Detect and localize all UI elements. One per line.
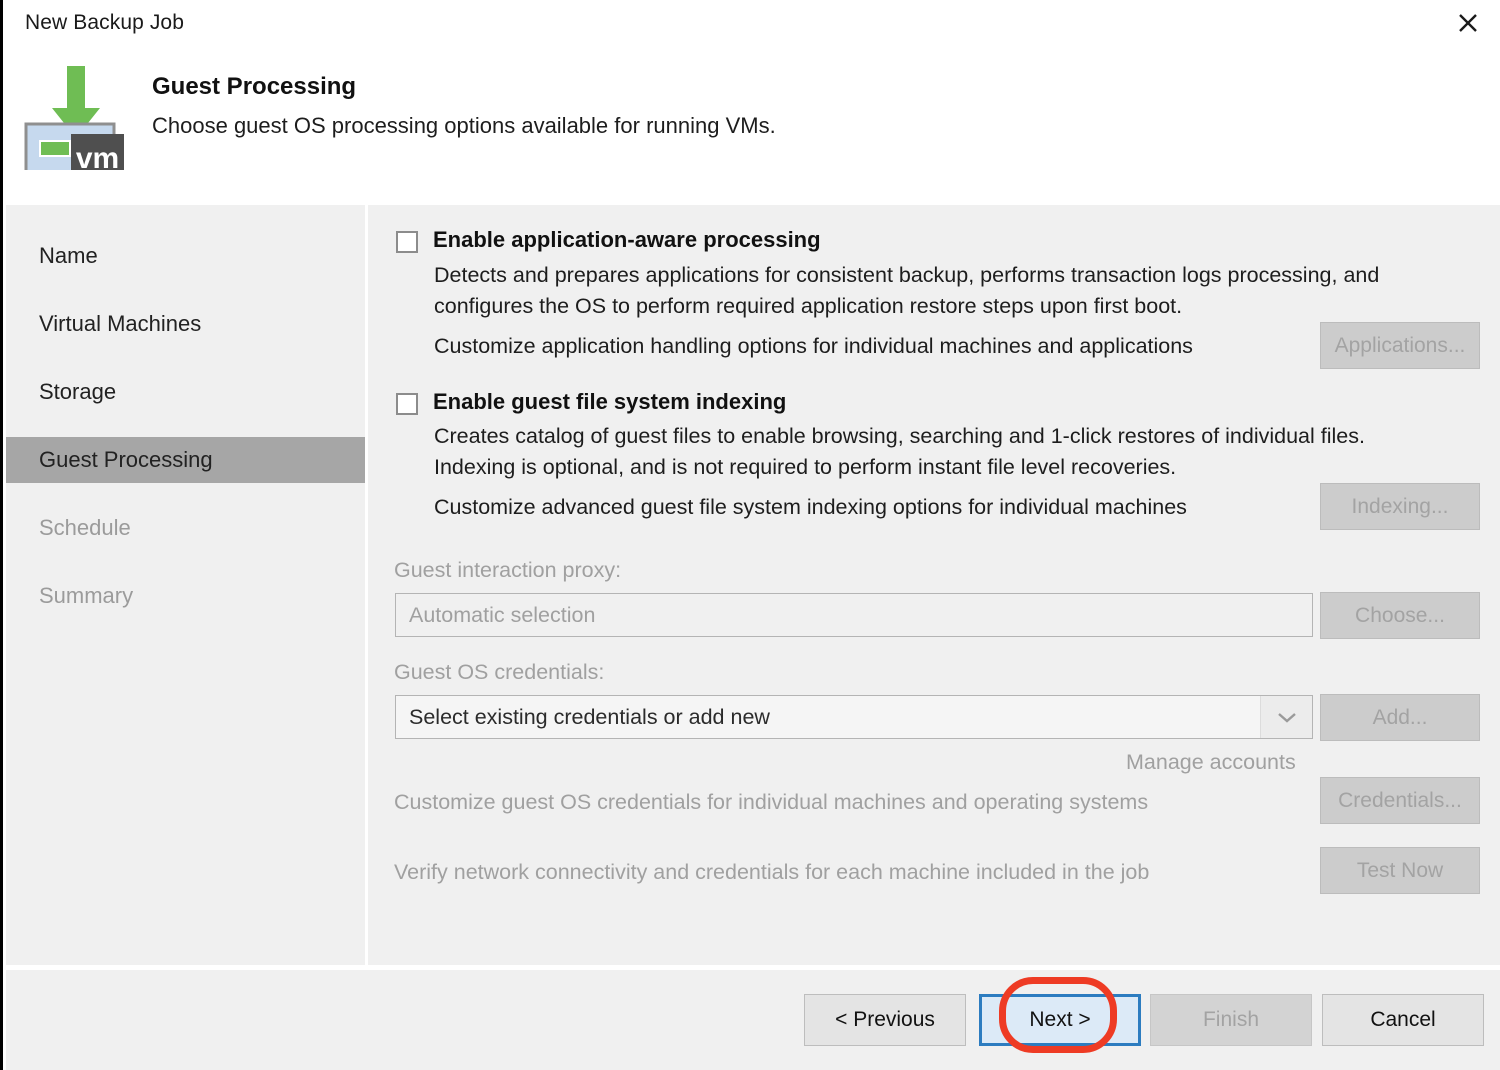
- add-credentials-button[interactable]: Add...: [1320, 694, 1480, 741]
- page-title: Guest Processing: [152, 73, 357, 100]
- test-now-button[interactable]: Test Now: [1320, 847, 1480, 894]
- sidebar-item-summary[interactable]: Summary: [6, 573, 365, 619]
- close-icon[interactable]: [1444, 2, 1492, 44]
- customize-credentials-text: Customize guest OS credentials for indiv…: [394, 790, 1149, 814]
- enable-guest-file-system-indexing-label: Enable guest file system indexing: [433, 389, 787, 414]
- sidebar-item-storage[interactable]: Storage: [6, 369, 365, 415]
- next-button[interactable]: Next >: [979, 994, 1141, 1046]
- guest-os-credentials-value: Select existing credentials or add new: [409, 704, 770, 729]
- sidebar-item-guest-processing[interactable]: Guest Processing: [6, 437, 365, 483]
- vm-backup-icon: vm: [22, 62, 126, 180]
- wizard-steps-sidebar: Name Virtual Machines Storage Guest Proc…: [6, 205, 365, 965]
- guest-os-credentials-label: Guest OS credentials:: [394, 660, 605, 684]
- dialog-body: Name Virtual Machines Storage Guest Proc…: [6, 205, 1500, 965]
- verify-connectivity-text: Verify network connectivity and credenti…: [394, 860, 1150, 884]
- indexing-customize-text: Customize advanced guest file system ind…: [434, 495, 1187, 519]
- sidebar-item-label: Schedule: [39, 515, 131, 540]
- cancel-button[interactable]: Cancel: [1322, 994, 1484, 1046]
- sidebar-item-label: Virtual Machines: [39, 311, 202, 336]
- dialog-footer: < Previous Next > Finish Cancel: [6, 968, 1500, 1070]
- applications-button[interactable]: Applications...: [1320, 322, 1480, 369]
- window-title: New Backup Job: [25, 11, 184, 34]
- enable-application-aware-processing-checkbox[interactable]: [396, 231, 418, 253]
- indexing-button[interactable]: Indexing...: [1320, 483, 1480, 530]
- finish-button[interactable]: Finish: [1150, 994, 1312, 1046]
- chevron-down-icon[interactable]: [1260, 696, 1312, 738]
- svg-text:vm: vm: [76, 142, 119, 170]
- indexing-description-line-2: Indexing is optional, and is not require…: [434, 455, 1177, 479]
- guest-processing-options: Enable application-aware processing Dete…: [368, 205, 1500, 965]
- sidebar-item-label: Guest Processing: [39, 447, 213, 472]
- app-aware-description-line-1: Detects and prepares applications for co…: [434, 263, 1380, 287]
- sidebar-item-name[interactable]: Name: [6, 233, 365, 279]
- manage-accounts-link[interactable]: Manage accounts: [1126, 750, 1296, 775]
- sidebar-item-virtual-machines[interactable]: Virtual Machines: [6, 301, 365, 347]
- enable-guest-file-system-indexing-checkbox[interactable]: [396, 393, 418, 415]
- sidebar-item-label: Summary: [39, 583, 134, 608]
- dialog-header: vm Guest Processing Choose guest OS proc…: [6, 52, 1500, 205]
- app-aware-customize-text: Customize application handling options f…: [434, 334, 1193, 358]
- sidebar-item-schedule[interactable]: Schedule: [6, 505, 365, 551]
- guest-interaction-proxy-input[interactable]: Automatic selection: [395, 593, 1313, 637]
- sidebar-item-label: Name: [39, 243, 98, 268]
- new-backup-job-dialog: New Backup Job vm Guest Processing Choos…: [0, 0, 1500, 1070]
- app-aware-description-line-2: configures the OS to perform required ap…: [434, 294, 1183, 318]
- guest-os-credentials-select[interactable]: Select existing credentials or add new: [395, 695, 1313, 739]
- credentials-button[interactable]: Credentials...: [1320, 777, 1480, 824]
- indexing-description-line-1: Creates catalog of guest files to enable…: [434, 424, 1365, 448]
- title-bar: New Backup Job: [3, 0, 1500, 52]
- previous-button[interactable]: < Previous: [804, 994, 966, 1046]
- page-subtitle: Choose guest OS processing options avail…: [152, 113, 776, 138]
- enable-application-aware-processing-label: Enable application-aware processing: [433, 227, 821, 252]
- sidebar-item-label: Storage: [39, 379, 117, 404]
- guest-interaction-proxy-label: Guest interaction proxy:: [394, 558, 622, 582]
- choose-proxy-button[interactable]: Choose...: [1320, 592, 1480, 639]
